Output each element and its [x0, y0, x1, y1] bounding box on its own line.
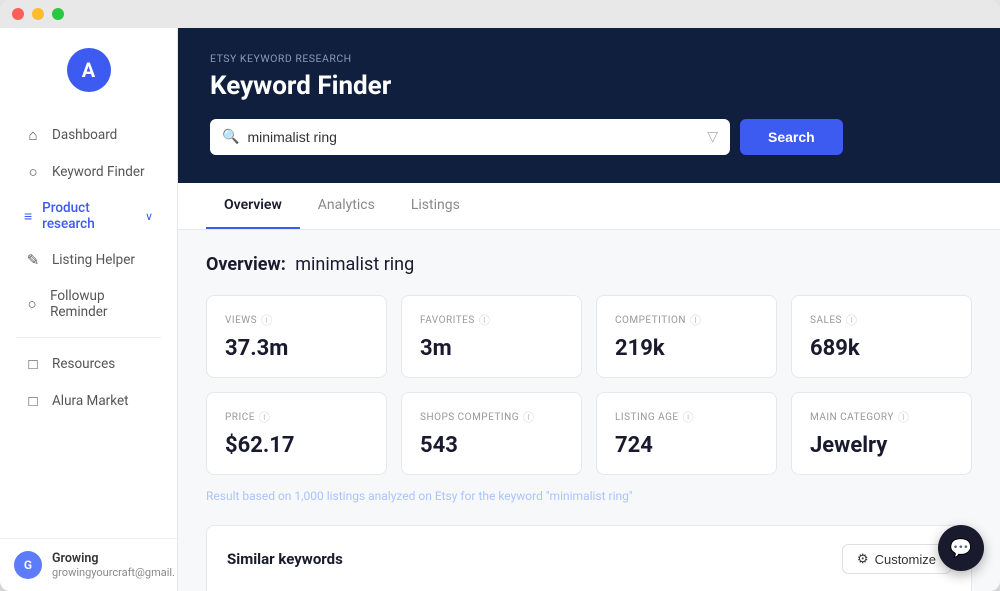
tab-bar: Overview Analytics Listings: [178, 183, 1000, 230]
stat-value-main-category: Jewelry: [810, 433, 953, 458]
sidebar-item-label: Followup Reminder: [50, 288, 153, 320]
stat-card-favorites: FAVORITES ⓘ 3m: [401, 295, 582, 378]
app-layout: A ⌂ Dashboard ○ Keyword Finder ≡ Product…: [0, 28, 1000, 591]
layers-icon: ≡: [24, 208, 32, 225]
sidebar-item-alura-market[interactable]: □ Alura Market: [8, 383, 169, 419]
logo-area: A: [0, 28, 177, 108]
info-icon-favorites[interactable]: ⓘ: [479, 312, 491, 328]
stats-row-1: VIEWS ⓘ 37.3m FAVORITES ⓘ 3m: [206, 295, 972, 378]
similar-keywords-title: Similar keywords: [227, 550, 343, 568]
market-icon: □: [24, 392, 42, 410]
stat-label-competition: COMPETITION ⓘ: [615, 312, 758, 328]
sidebar-item-label: Dashboard: [52, 127, 117, 143]
stat-card-price: PRICE ⓘ $62.17: [206, 392, 387, 475]
sidebar-item-product-research[interactable]: ≡ Product research ∨: [8, 191, 169, 241]
stat-card-listing-age: LISTING AGE ⓘ 724: [596, 392, 777, 475]
stat-label-sales: SALES ⓘ: [810, 312, 953, 328]
info-icon-sales[interactable]: ⓘ: [846, 312, 858, 328]
search-input-container: 🔍 ▽: [210, 119, 730, 155]
stat-value-price: $62.17: [225, 433, 368, 458]
app-window: A ⌂ Dashboard ○ Keyword Finder ≡ Product…: [0, 0, 1000, 591]
sidebar-item-label: Resources: [52, 356, 115, 372]
titlebar: [0, 0, 1000, 28]
sidebar-item-keyword-finder[interactable]: ○ Keyword Finder: [8, 154, 169, 190]
search-icon: ○: [24, 163, 42, 181]
page-header: ETSY KEYWORD RESEARCH Keyword Finder 🔍 ▽…: [178, 28, 1000, 183]
info-icon-shops[interactable]: ⓘ: [523, 409, 535, 425]
edit-icon: ✎: [24, 251, 42, 269]
customize-icon: ⚙: [857, 551, 869, 567]
chat-icon: 💬: [950, 538, 972, 559]
stat-card-competition: COMPETITION ⓘ 219k: [596, 295, 777, 378]
stat-value-shops-competing: 543: [420, 433, 563, 458]
sidebar-item-label: Listing Helper: [52, 252, 135, 268]
sidebar-item-dashboard[interactable]: ⌂ Dashboard: [8, 117, 169, 153]
stat-label-price: PRICE ⓘ: [225, 409, 368, 425]
result-note: Result based on 1,000 listings analyzed …: [206, 489, 972, 503]
chat-button[interactable]: 💬: [938, 525, 984, 571]
stat-value-competition: 219k: [615, 336, 758, 361]
similar-keywords-section: Similar keywords ⚙ Customize KEYWO: [206, 525, 972, 591]
app-logo: A: [67, 48, 111, 92]
bell-icon: ○: [24, 295, 40, 313]
sidebar-item-followup-reminder[interactable]: ○ Followup Reminder: [8, 279, 169, 329]
similar-keywords-header: Similar keywords ⚙ Customize: [227, 544, 951, 574]
info-icon-price[interactable]: ⓘ: [259, 409, 271, 425]
close-button[interactable]: [12, 8, 24, 20]
stats-row-2: PRICE ⓘ $62.17 SHOPS COMPETING ⓘ 543: [206, 392, 972, 475]
stat-label-main-category: MAIN CATEGORY ⓘ: [810, 409, 953, 425]
stat-value-listing-age: 724: [615, 433, 758, 458]
sidebar-item-resources[interactable]: □ Resources: [8, 346, 169, 382]
info-icon-views[interactable]: ⓘ: [261, 312, 273, 328]
user-info: Growing growingyourcraft@gmail.: [52, 551, 175, 579]
main-nav: ⌂ Dashboard ○ Keyword Finder ≡ Product r…: [0, 108, 177, 538]
info-icon-competition[interactable]: ⓘ: [690, 312, 702, 328]
maximize-button[interactable]: [52, 8, 64, 20]
customize-button[interactable]: ⚙ Customize: [842, 544, 951, 574]
avatar: G: [14, 551, 42, 579]
overview-section: Overview: minimalist ring VIEWS ⓘ 37.3m: [178, 230, 1000, 591]
sidebar-item-listing-helper[interactable]: ✎ Listing Helper: [8, 242, 169, 278]
info-icon-listing-age[interactable]: ⓘ: [683, 409, 695, 425]
sidebar-item-label: Product research: [42, 200, 135, 232]
sidebar: A ⌂ Dashboard ○ Keyword Finder ≡ Product…: [0, 28, 178, 591]
stat-value-favorites: 3m: [420, 336, 563, 361]
stat-card-shops-competing: SHOPS COMPETING ⓘ 543: [401, 392, 582, 475]
user-email: growingyourcraft@gmail.: [52, 566, 175, 579]
chevron-down-icon: ∨: [145, 210, 153, 223]
minimize-button[interactable]: [32, 8, 44, 20]
stat-card-sales: SALES ⓘ 689k: [791, 295, 972, 378]
content-area: Overview Analytics Listings Overview: mi…: [178, 183, 1000, 591]
tab-listings[interactable]: Listings: [393, 183, 478, 229]
sidebar-item-label: Alura Market: [52, 393, 129, 409]
tab-analytics[interactable]: Analytics: [300, 183, 393, 229]
stat-label-views: VIEWS ⓘ: [225, 312, 368, 328]
search-input[interactable]: [247, 119, 699, 155]
stat-label-listing-age: LISTING AGE ⓘ: [615, 409, 758, 425]
search-icon: 🔍: [222, 129, 239, 145]
search-bar: 🔍 ▽ Search: [210, 119, 968, 155]
info-icon-category[interactable]: ⓘ: [898, 409, 910, 425]
stat-card-main-category: MAIN CATEGORY ⓘ Jewelry: [791, 392, 972, 475]
stat-label-shops-competing: SHOPS COMPETING ⓘ: [420, 409, 563, 425]
page-title: Keyword Finder: [210, 71, 968, 101]
header-label: ETSY KEYWORD RESEARCH: [210, 52, 968, 65]
stat-label-favorites: FAVORITES ⓘ: [420, 312, 563, 328]
search-button[interactable]: Search: [740, 119, 843, 155]
overview-title: Overview: minimalist ring: [206, 254, 972, 275]
main-content: ETSY KEYWORD RESEARCH Keyword Finder 🔍 ▽…: [178, 28, 1000, 591]
user-area: G Growing growingyourcraft@gmail.: [0, 538, 177, 591]
user-name: Growing: [52, 551, 175, 566]
home-icon: ⌂: [24, 126, 42, 144]
filter-icon[interactable]: ▽: [707, 129, 718, 145]
stat-value-views: 37.3m: [225, 336, 368, 361]
sidebar-item-label: Keyword Finder: [52, 164, 145, 180]
logo-letter: A: [82, 58, 95, 82]
tab-overview[interactable]: Overview: [206, 183, 300, 229]
resources-icon: □: [24, 355, 42, 373]
nav-divider: [16, 337, 161, 338]
stat-card-views: VIEWS ⓘ 37.3m: [206, 295, 387, 378]
stat-value-sales: 689k: [810, 336, 953, 361]
